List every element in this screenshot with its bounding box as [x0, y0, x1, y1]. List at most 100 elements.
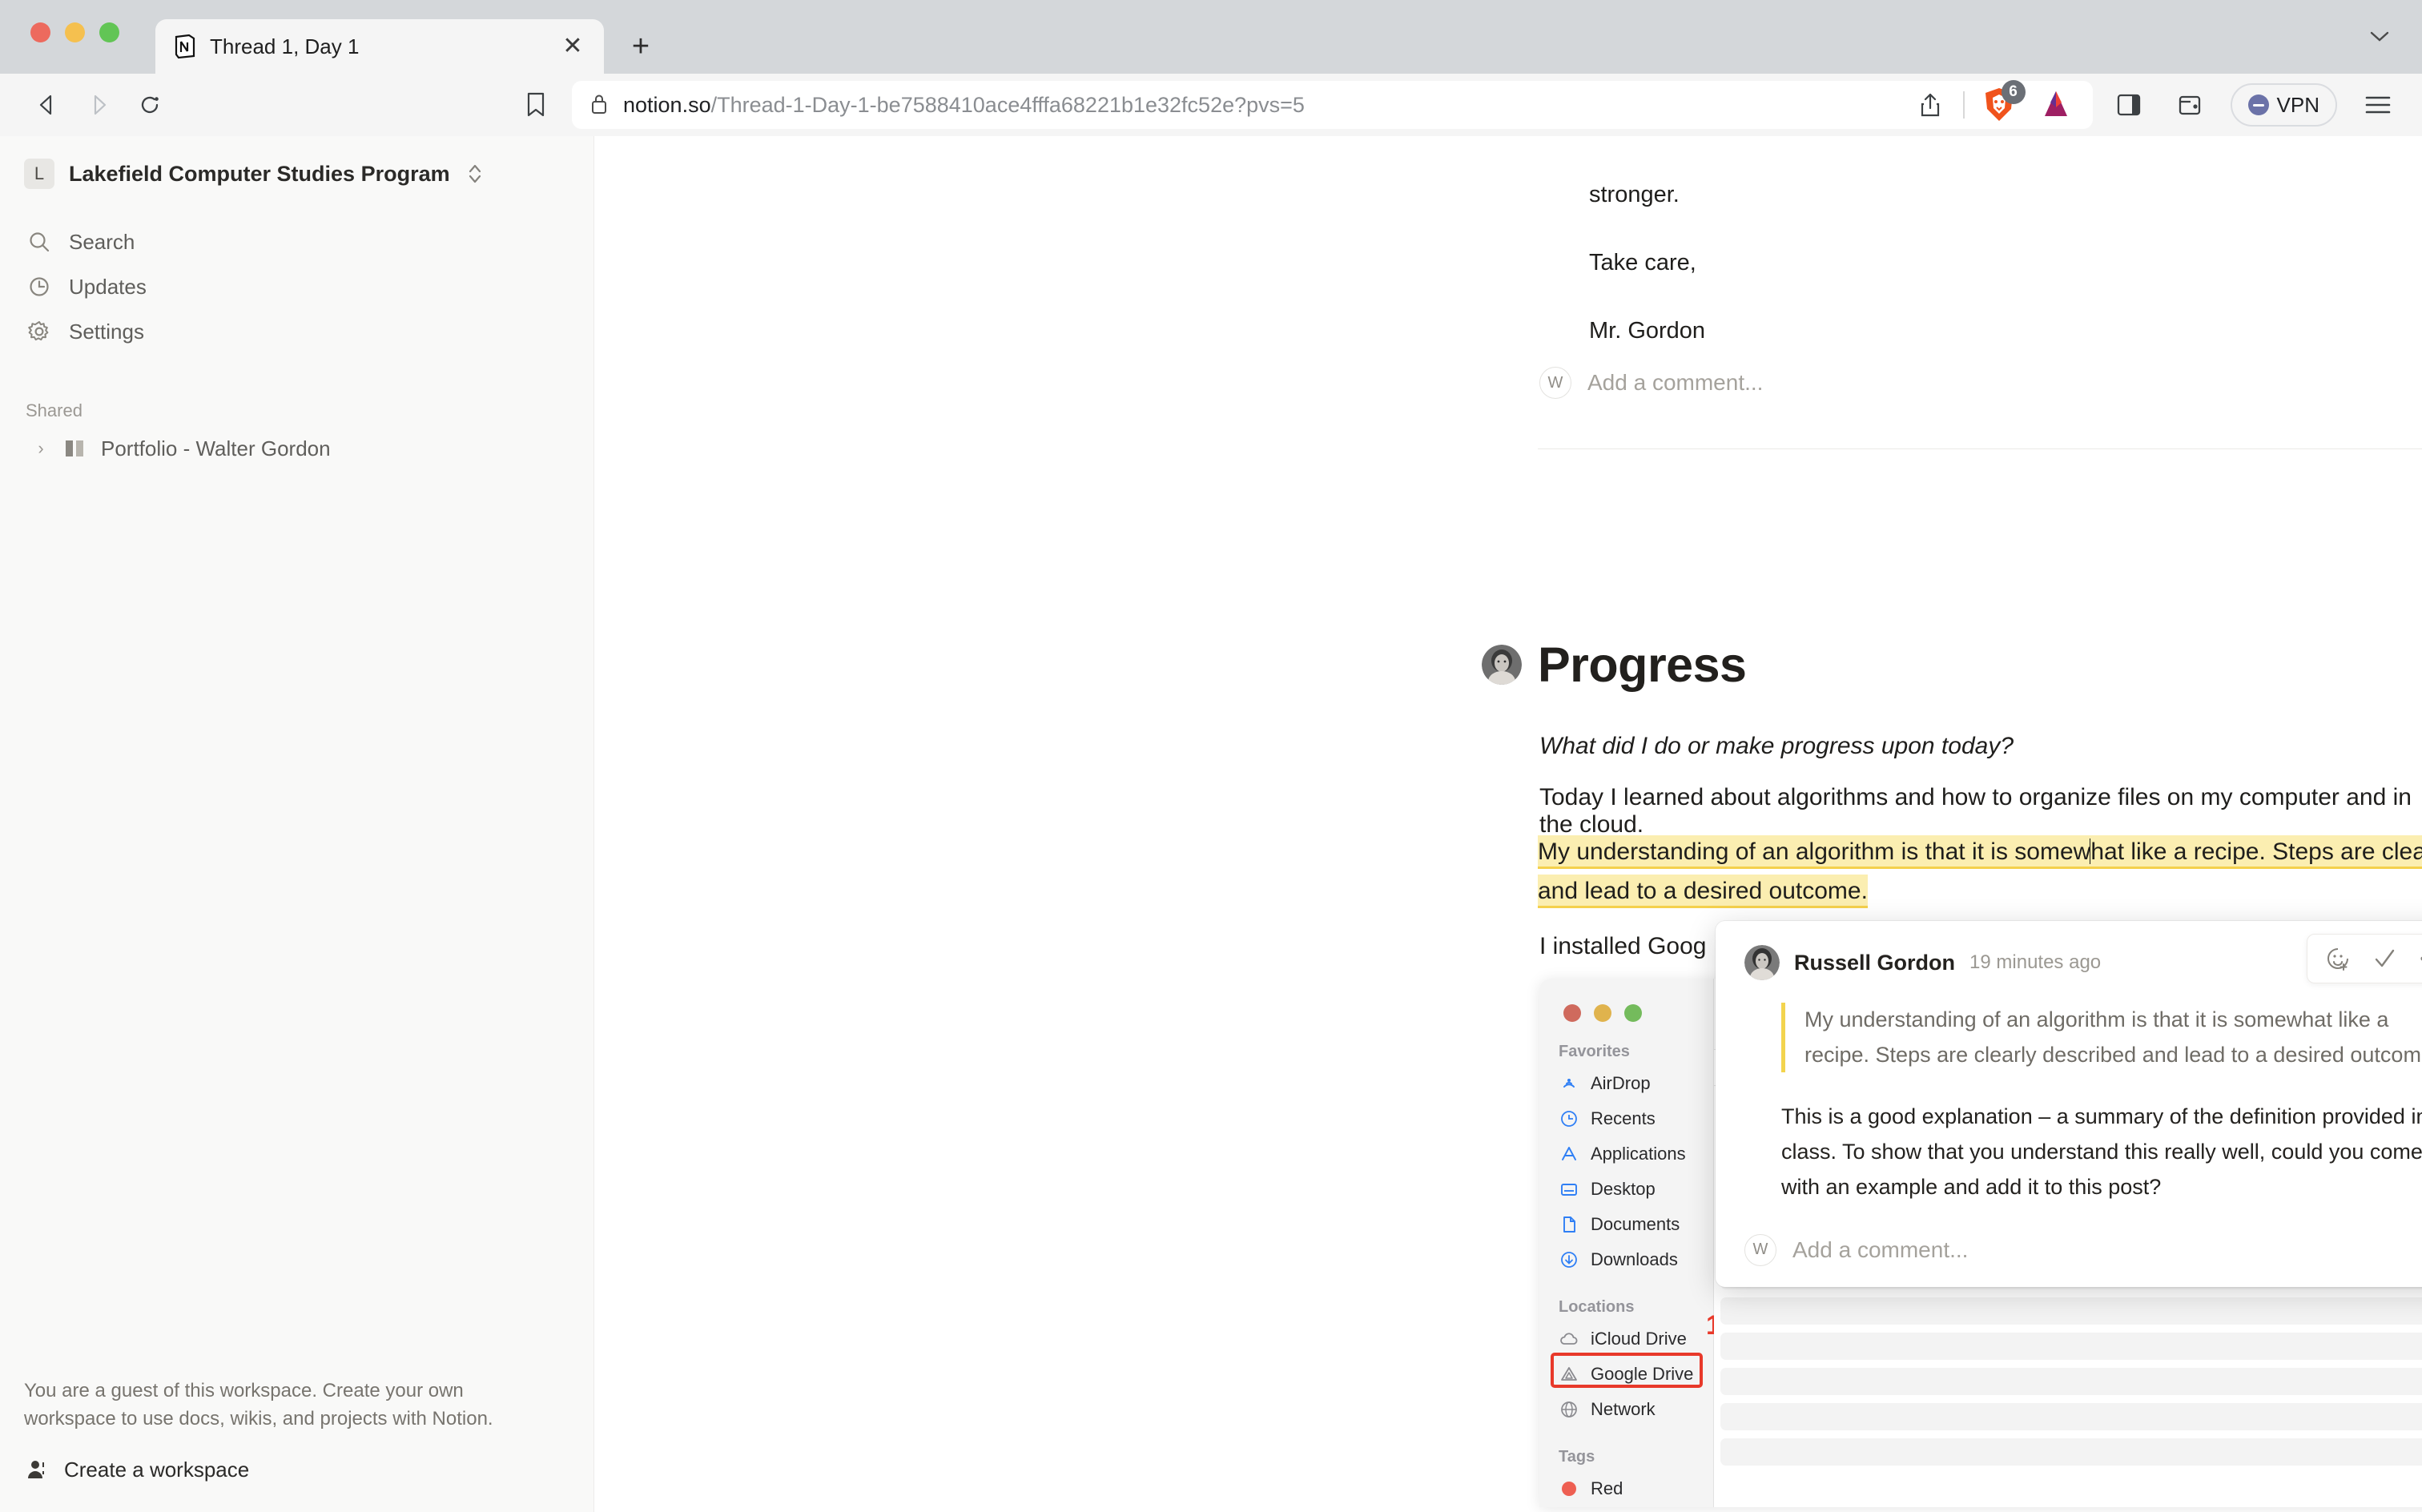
paragraph-today[interactable]: Today I learned about algorithms and how…: [1539, 784, 2422, 838]
finder-item-label: AirDrop: [1591, 1073, 1651, 1093]
sidebar-item-search[interactable]: Search: [16, 219, 577, 264]
sidebar-item-label: Updates: [69, 274, 147, 299]
finder-item-recents[interactable]: Recents: [1539, 1101, 1713, 1136]
new-tab-button[interactable]: +: [620, 26, 662, 67]
chevron-right-icon[interactable]: ›: [30, 438, 51, 459]
shield-badge-count: 6: [2001, 80, 2026, 104]
comment-header: Russell Gordon 19 minutes ago: [1744, 934, 2422, 983]
notion-page-content: stronger. Take care, Mr. Gordon W Add a …: [594, 136, 2422, 1512]
add-reaction-icon[interactable]: [2323, 944, 2352, 973]
finder-item-desktop[interactable]: Desktop: [1539, 1172, 1713, 1207]
finder-item-icloud-drive[interactable]: iCloud Drive: [1539, 1321, 1713, 1357]
network-globe-icon: [1559, 1399, 1579, 1420]
address-bar[interactable]: notion.so/Thread-1-Day-1-be7588410ace4ff…: [572, 80, 2093, 129]
browser-tab-strip: Thread 1, Day 1 ✕ +: [0, 0, 2422, 74]
page-title[interactable]: Progress: [1538, 637, 1747, 693]
paragraph-installed-start: I installed Goog: [1539, 933, 1707, 959]
bookmark-icon[interactable]: [514, 83, 557, 127]
highlighted-paragraph[interactable]: My understanding of an algorithm is that…: [1538, 833, 2422, 911]
hamburger-menu-icon[interactable]: [2358, 85, 2398, 125]
bat-token-icon[interactable]: [2037, 86, 2075, 124]
finder-item-label: Documents: [1591, 1214, 1680, 1234]
highlighted-text-part-1[interactable]: My understanding of an algorithm is that…: [1538, 835, 2091, 867]
workspace-avatar: L: [24, 159, 54, 189]
sidebar-item-settings[interactable]: Settings: [16, 309, 577, 354]
table-row[interactable]: [1720, 1403, 2422, 1430]
tab-title: Thread 1, Day 1: [210, 34, 360, 58]
clock-icon: [26, 273, 53, 300]
comment-popover[interactable]: Russell Gordon 19 minutes ago My underst…: [1716, 921, 2422, 1287]
reload-icon[interactable]: [127, 82, 173, 128]
finder-item-airdrop[interactable]: AirDrop: [1539, 1066, 1713, 1101]
minimize-window-button[interactable]: [65, 22, 85, 42]
paragraph-prompt[interactable]: What did I do or make progress upon toda…: [1539, 733, 2014, 760]
airdrop-icon: [1559, 1073, 1579, 1094]
close-tab-button[interactable]: ✕: [559, 33, 586, 60]
browser-tab-active[interactable]: Thread 1, Day 1 ✕: [155, 19, 604, 74]
finder-item-documents[interactable]: Documents: [1539, 1207, 1713, 1242]
sidebar-item-updates[interactable]: Updates: [16, 264, 577, 309]
window-traffic-lights: [30, 22, 119, 42]
finder-minimize-button[interactable]: [1594, 1004, 1611, 1022]
paragraph-signature[interactable]: Mr. Gordon: [1589, 314, 1705, 349]
vpn-label: VPN: [2276, 92, 2319, 117]
finder-maximize-button[interactable]: [1624, 1004, 1642, 1022]
downloads-icon: [1559, 1249, 1579, 1270]
sidebar-item-label: Search: [69, 229, 135, 254]
finder-section-tags: Tags: [1559, 1448, 1595, 1466]
avatar: [1482, 645, 1522, 685]
finder-traffic-lights: [1539, 979, 1713, 1022]
create-workspace-button[interactable]: Create a workspace: [24, 1456, 569, 1483]
desktop-icon: [1559, 1179, 1579, 1200]
applications-icon: [1559, 1144, 1579, 1164]
avatar: [1744, 945, 1780, 980]
table-row[interactable]: [1720, 1438, 2422, 1466]
finder-item-downloads[interactable]: Downloads: [1539, 1242, 1713, 1277]
notion-app: L Lakefield Computer Studies Program Sea…: [0, 136, 2422, 1512]
google-drive-icon: [1559, 1364, 1579, 1385]
finder-item-label: Network: [1591, 1399, 1656, 1419]
sidebar-item-label: Portfolio - Walter Gordon: [101, 436, 331, 460]
paragraph-take-care[interactable]: Take care,: [1589, 246, 1696, 281]
paragraph-stronger[interactable]: stronger.: [1589, 178, 1680, 213]
vpn-button[interactable]: VPN: [2230, 83, 2337, 127]
forward-icon[interactable]: [75, 82, 122, 128]
browser-window: Thread 1, Day 1 ✕ + notion.so/Thread-1-D…: [0, 0, 2422, 1512]
back-icon[interactable]: [24, 82, 70, 128]
add-comment-row[interactable]: W Add a comment...: [1539, 367, 1763, 399]
wallet-icon[interactable]: [2170, 85, 2210, 125]
finder-item-applications[interactable]: Applications: [1539, 1136, 1713, 1172]
create-workspace-label: Create a workspace: [64, 1457, 250, 1482]
browser-toolbar: notion.so/Thread-1-Day-1-be7588410ace4ff…: [0, 74, 2422, 136]
brave-shield-icon[interactable]: 6: [1979, 80, 2026, 125]
sidebar-item-portfolio[interactable]: › Portfolio - Walter Gordon: [16, 426, 577, 471]
notion-logo-icon: [173, 33, 197, 60]
finder-item-network[interactable]: Network: [1539, 1392, 1713, 1427]
comment-reply-input[interactable]: Add a comment...: [1792, 1237, 1968, 1263]
table-row[interactable]: [1720, 1297, 2422, 1325]
tab-list-chevron-icon[interactable]: [2361, 18, 2398, 54]
comment-reply-row[interactable]: W Add a comment...: [1744, 1233, 2422, 1266]
add-comment-placeholder[interactable]: Add a comment...: [1587, 370, 1763, 396]
sidebar-section-shared: Shared: [26, 400, 82, 420]
finder-item-label: Downloads: [1591, 1249, 1678, 1269]
sidebar-toggle-icon[interactable]: [2109, 85, 2149, 125]
highlighted-text-part-3[interactable]: and lead to a desired outcome.: [1538, 874, 1868, 906]
share-icon[interactable]: [1912, 86, 1949, 123]
toolbar-divider: [1962, 91, 1965, 119]
maximize-window-button[interactable]: [99, 22, 119, 42]
highlighted-text-part-2[interactable]: hat like a recipe. Steps are clearly des…: [2090, 835, 2422, 867]
table-row[interactable]: [1720, 1368, 2422, 1395]
close-window-button[interactable]: [30, 22, 50, 42]
finder-item-tag-red[interactable]: Red: [1539, 1471, 1713, 1506]
finder-item-label: Recents: [1591, 1108, 1656, 1128]
more-options-icon[interactable]: [2416, 944, 2422, 973]
finder-item-tag-orange[interactable]: Orange: [1539, 1506, 1713, 1507]
finder-close-button[interactable]: [1563, 1004, 1581, 1022]
resolve-check-icon[interactable]: [2370, 944, 2399, 973]
finder-item-google-drive[interactable]: Google Drive 1: [1539, 1310, 1721, 1392]
address-bar-text: notion.so/Thread-1-Day-1-be7588410ace4ff…: [623, 93, 1305, 118]
table-row[interactable]: [1720, 1333, 2422, 1360]
workspace-switcher[interactable]: L Lakefield Computer Studies Program: [0, 136, 593, 189]
open-book-icon: [62, 438, 90, 459]
